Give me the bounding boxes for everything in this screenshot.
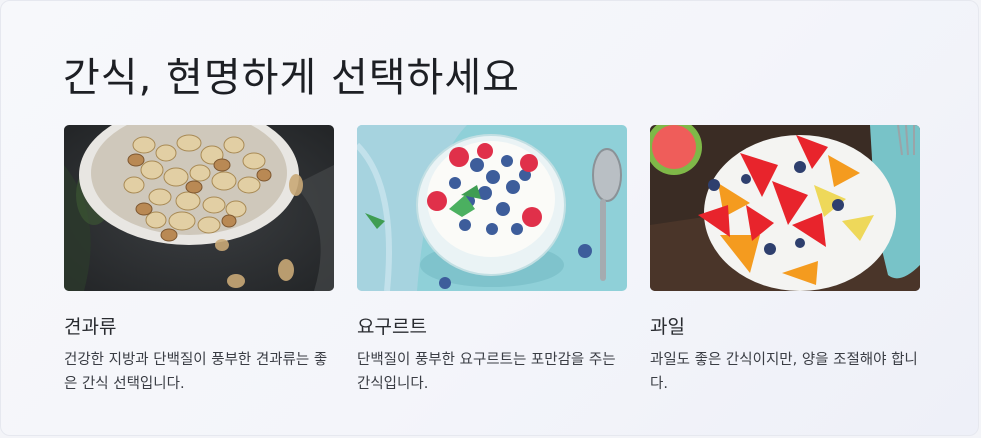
- card-name: 요구르트: [357, 316, 427, 338]
- card-description: 단백질이 풍부한 요구르트는 포만감을 주는 간식입니다.: [357, 352, 616, 392]
- card-name: 과일: [650, 316, 685, 338]
- page-title: 간식, 현명하게 선택하세요: [63, 55, 520, 101]
- yogurt-image: [357, 125, 627, 291]
- snack-card-nuts: 견과류 건강한 지방과 단백질이 풍부한 견과류는 좋은 간식 선택입니다.: [64, 125, 334, 396]
- snack-card-yogurt: 요구르트 단백질이 풍부한 요구르트는 포만감을 주는 간식입니다.: [357, 125, 627, 396]
- snack-card-fruit: 과일 과일도 좋은 간식이지만, 양을 조절해야 합니다.: [650, 125, 920, 396]
- card-name: 견과류: [64, 316, 117, 338]
- card-description: 과일도 좋은 간식이지만, 양을 조절해야 합니다.: [650, 352, 918, 392]
- nuts-image: [64, 125, 334, 291]
- fruit-image: [650, 125, 920, 291]
- card-description: 건강한 지방과 단백질이 풍부한 견과류는 좋은 간식 선택입니다.: [64, 352, 328, 392]
- snack-panel: 간식, 현명하게 선택하세요 견과류 건강한 지방과 단백질이 풍부한 견과류는…: [0, 0, 979, 436]
